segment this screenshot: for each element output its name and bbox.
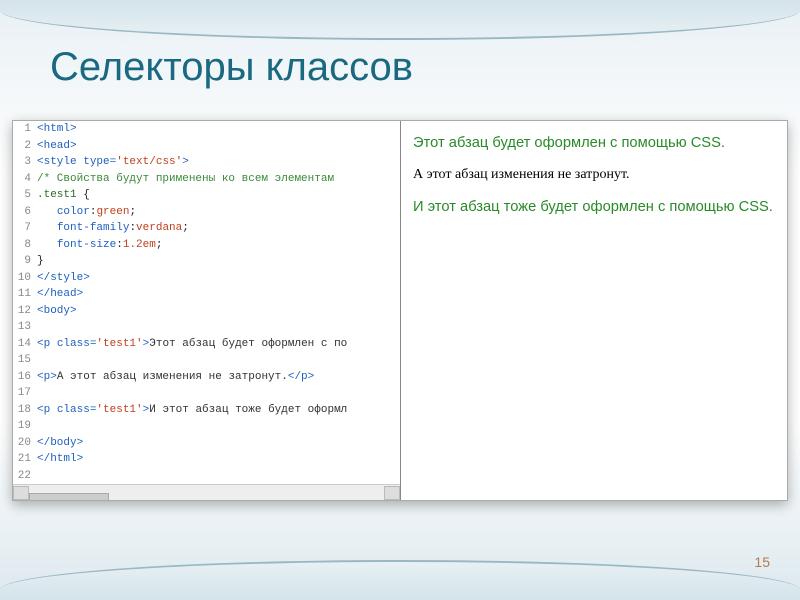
line-number: 9 bbox=[13, 253, 37, 270]
preview-paragraph-2: А этот абзац изменения не затронут. bbox=[413, 167, 775, 183]
page-number: 15 bbox=[754, 554, 770, 570]
line-number: 15 bbox=[13, 352, 37, 369]
line-content: <style type='text/css'> bbox=[37, 154, 189, 171]
line-content: </html> bbox=[37, 451, 83, 468]
code-line: 17 bbox=[13, 385, 400, 402]
line-number: 18 bbox=[13, 402, 37, 419]
code-line: 4/* Свойства будут применены ко всем эле… bbox=[13, 171, 400, 188]
line-content: font-family:verdana; bbox=[37, 220, 189, 237]
line-number: 5 bbox=[13, 187, 37, 204]
code-line: 13 bbox=[13, 319, 400, 336]
code-line: 5.test1 { bbox=[13, 187, 400, 204]
code-line: 6 color:green; bbox=[13, 204, 400, 221]
code-line: 18<p class='test1'>И этот абзац тоже буд… bbox=[13, 402, 400, 419]
code-line: 8 font-size:1.2em; bbox=[13, 237, 400, 254]
line-number: 17 bbox=[13, 385, 37, 402]
code-line: 20</body> bbox=[13, 435, 400, 452]
line-content: <p class='test1'>И этот абзац тоже будет… bbox=[37, 402, 347, 419]
line-content: <p class='test1'>Этот абзац будет оформл… bbox=[37, 336, 347, 353]
code-line: 16<p>А этот абзац изменения не затронут.… bbox=[13, 369, 400, 386]
line-number: 2 bbox=[13, 138, 37, 155]
code-line: 1<html> bbox=[13, 121, 400, 138]
line-content: <html> bbox=[37, 121, 77, 138]
scroll-left-button[interactable] bbox=[13, 486, 29, 500]
content-area: 1<html>2<head>3<style type='text/css'>4/… bbox=[12, 120, 788, 501]
code-line: 2<head> bbox=[13, 138, 400, 155]
line-number: 20 bbox=[13, 435, 37, 452]
line-number: 13 bbox=[13, 319, 37, 336]
line-content: } bbox=[37, 253, 44, 270]
slide-bottom-curve bbox=[0, 560, 800, 600]
code-line: 7 font-family:verdana; bbox=[13, 220, 400, 237]
line-number: 4 bbox=[13, 171, 37, 188]
code-editor-pane: 1<html>2<head>3<style type='text/css'>4/… bbox=[13, 121, 400, 500]
code-lines: 1<html>2<head>3<style type='text/css'>4/… bbox=[13, 121, 400, 484]
line-number: 19 bbox=[13, 418, 37, 435]
line-content: color:green; bbox=[37, 204, 136, 221]
code-line: 11</head> bbox=[13, 286, 400, 303]
line-number: 10 bbox=[13, 270, 37, 287]
code-line: 9} bbox=[13, 253, 400, 270]
line-number: 8 bbox=[13, 237, 37, 254]
line-number: 16 bbox=[13, 369, 37, 386]
line-number: 1 bbox=[13, 121, 37, 138]
preview-paragraph-1: Этот абзац будет оформлен с помощью CSS. bbox=[413, 135, 775, 151]
code-line: 10</style> bbox=[13, 270, 400, 287]
code-line: 3<style type='text/css'> bbox=[13, 154, 400, 171]
horizontal-scrollbar[interactable] bbox=[13, 484, 400, 500]
code-line: 21</html> bbox=[13, 451, 400, 468]
line-number: 21 bbox=[13, 451, 37, 468]
line-content: </style> bbox=[37, 270, 90, 287]
line-number: 7 bbox=[13, 220, 37, 237]
preview-pane: Этот абзац будет оформлен с помощью CSS.… bbox=[400, 121, 787, 500]
code-line: 15 bbox=[13, 352, 400, 369]
line-number: 6 bbox=[13, 204, 37, 221]
scroll-right-button[interactable] bbox=[384, 486, 400, 500]
line-content: </head> bbox=[37, 286, 83, 303]
line-content: /* Свойства будут применены ко всем элем… bbox=[37, 171, 341, 188]
line-content: <head> bbox=[37, 138, 77, 155]
line-content: .test1 { bbox=[37, 187, 90, 204]
code-line: 22 bbox=[13, 468, 400, 485]
line-content: <p>А этот абзац изменения не затронут.</… bbox=[37, 369, 314, 386]
line-content: font-size:1.2em; bbox=[37, 237, 162, 254]
line-content: <body> bbox=[37, 303, 77, 320]
slide-top-curve bbox=[0, 0, 800, 40]
code-line: 14<p class='test1'>Этот абзац будет офор… bbox=[13, 336, 400, 353]
slide-title: Селекторы классов bbox=[50, 45, 413, 90]
line-content: </body> bbox=[37, 435, 83, 452]
line-number: 3 bbox=[13, 154, 37, 171]
line-number: 22 bbox=[13, 468, 37, 485]
code-line: 12<body> bbox=[13, 303, 400, 320]
line-number: 11 bbox=[13, 286, 37, 303]
preview-paragraph-3: И этот абзац тоже будет оформлен с помощ… bbox=[413, 199, 775, 215]
line-number: 12 bbox=[13, 303, 37, 320]
line-number: 14 bbox=[13, 336, 37, 353]
scroll-thumb[interactable] bbox=[29, 493, 109, 501]
code-line: 19 bbox=[13, 418, 400, 435]
